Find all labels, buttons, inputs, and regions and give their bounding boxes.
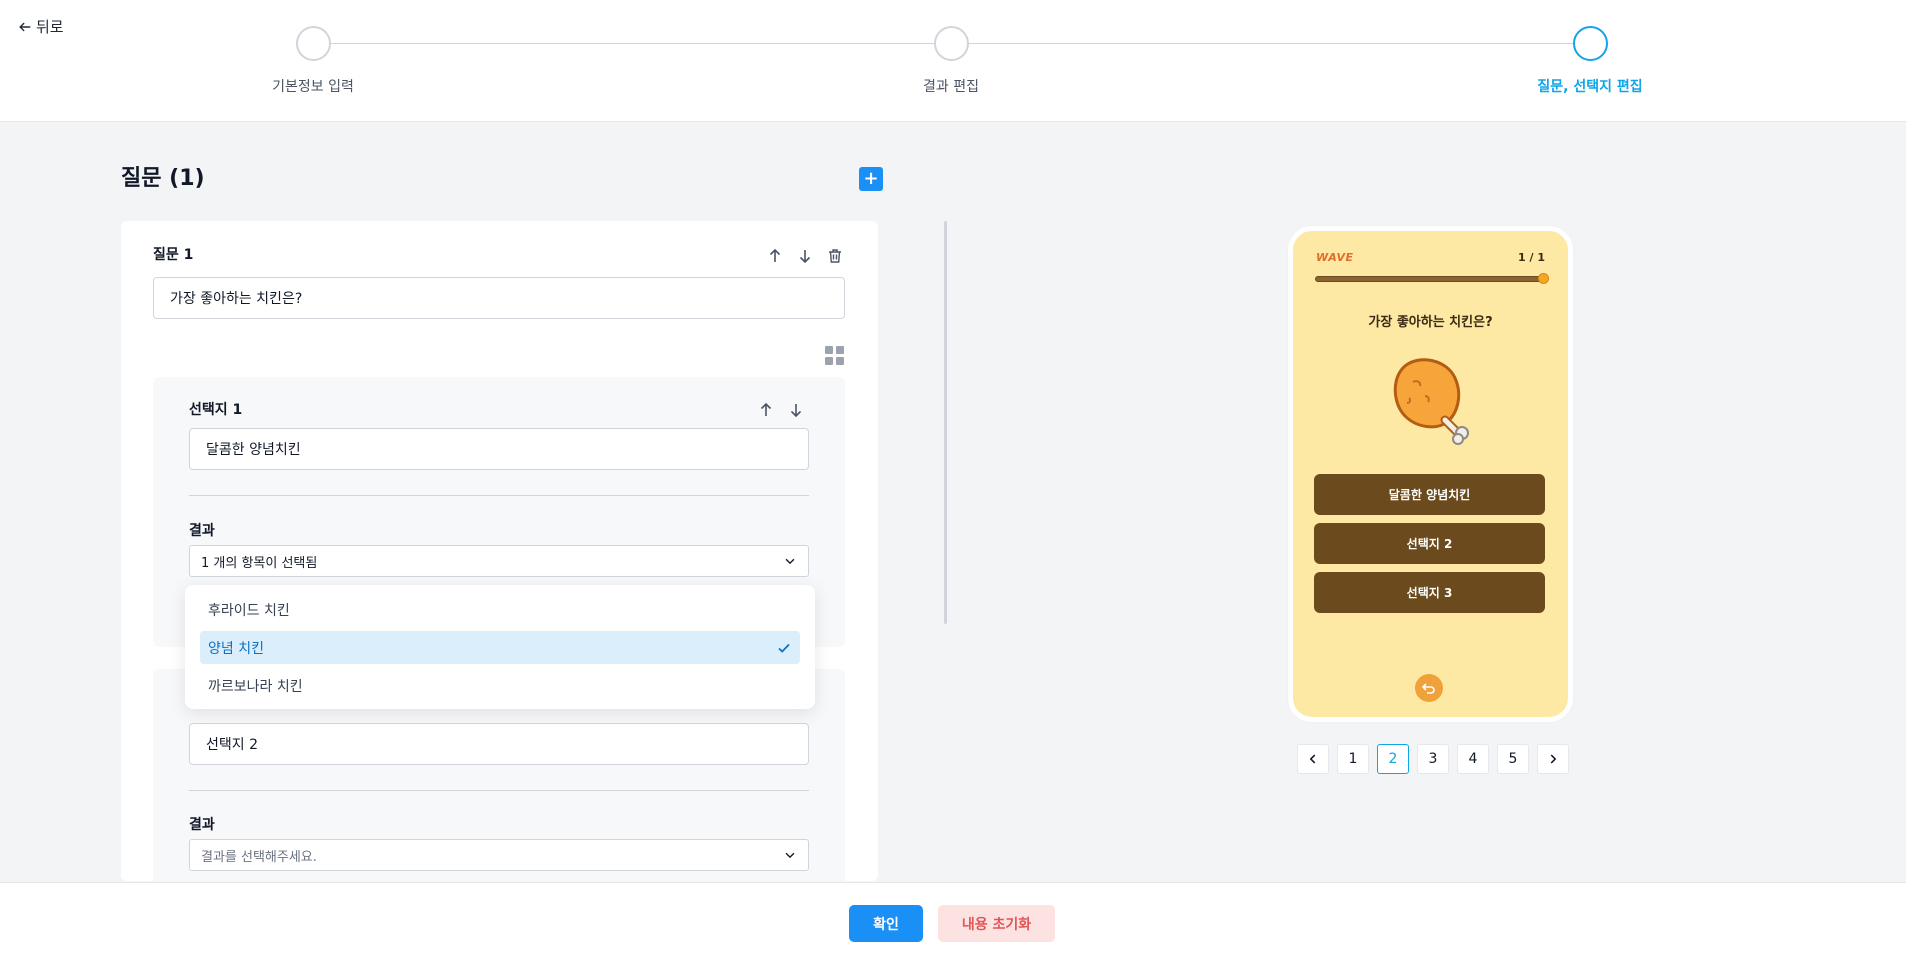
footer-bar: 확인 내용 초기화	[0, 882, 1906, 958]
reset-button[interactable]: 내용 초기화	[938, 905, 1055, 942]
result-label: 결과	[189, 523, 215, 539]
step-label: 기본정보 입력	[272, 79, 354, 95]
delete-button[interactable]	[826, 247, 844, 265]
chevron-right-icon	[1550, 754, 1557, 764]
arrow-left-icon	[19, 22, 31, 31]
wave-logo: WAVE	[1316, 251, 1354, 264]
dropdown-option-label: 까르보나라 치킨	[208, 678, 303, 695]
progress-knob	[1538, 273, 1549, 284]
step-question-edit[interactable]: 질문, 선택지 편집	[1490, 26, 1690, 96]
page-button-current[interactable]: 2	[1377, 744, 1409, 774]
arrow-up-icon	[769, 248, 781, 262]
choice-input[interactable]: 달콤한 양념치킨	[189, 428, 809, 470]
choice-move-down-button[interactable]	[787, 401, 805, 419]
dropdown-option-label: 양념 치킨	[208, 640, 264, 657]
step-label: 결과 편집	[923, 79, 979, 95]
page-button[interactable]: 4	[1457, 744, 1489, 774]
top-header: 뒤로 기본정보 입력 결과 편집 질문, 선택지 편집	[0, 0, 1906, 122]
mobile-preview: WAVE 1 / 1 가장 좋아하는 치킨은? 달콤한 양념치킨 선택지 2 선…	[1288, 226, 1573, 722]
result-label: 결과	[189, 817, 215, 833]
result-dropdown-menu: 후라이드 치킨 양념 치킨 까르보나라 치킨	[185, 585, 815, 709]
arrow-down-icon	[799, 250, 811, 264]
preview-back-button[interactable]	[1415, 674, 1443, 702]
result-select[interactable]: 결과를 선택해주세요.	[189, 839, 809, 871]
confirm-button[interactable]: 확인	[849, 905, 923, 942]
fried-chicken-icon	[1393, 358, 1469, 445]
choice-move-up-button[interactable]	[757, 401, 775, 419]
result-select[interactable]: 1 개의 항목이 선택됨	[189, 545, 809, 577]
check-icon	[778, 643, 790, 653]
preview-question: 가장 좋아하는 치킨은?	[1368, 315, 1493, 330]
step-dot	[295, 26, 331, 61]
chevron-down-icon	[785, 852, 795, 859]
question-label: 질문 1	[153, 247, 194, 263]
divider-scrollbar[interactable]	[944, 221, 947, 624]
dropdown-option[interactable]: 후라이드 치킨	[200, 593, 800, 626]
result-select-value: 1 개의 항목이 선택됨	[201, 555, 318, 571]
preview-pagination: 1 2 3 4 5	[1297, 744, 1569, 774]
dropdown-option[interactable]: 까르보나라 치킨	[200, 669, 800, 702]
page-button[interactable]: 1	[1337, 744, 1369, 774]
questions-title: 질문 (1)	[121, 166, 205, 191]
dropdown-option-label: 후라이드 치킨	[208, 602, 290, 619]
question-editor-panel: 질문 1 가장 좋아하는 치킨은? 선택지 1 달콤한 양념치킨 결과 1 개의…	[121, 221, 878, 881]
step-result-edit[interactable]: 결과 편집	[851, 26, 1051, 96]
choice-input[interactable]: 선택지 2	[189, 723, 809, 765]
choice-label: 선택지 1	[189, 402, 243, 418]
undo-icon	[1421, 683, 1435, 694]
preview-choice-button[interactable]: 달콤한 양념치킨	[1314, 474, 1545, 515]
back-label: 뒤로	[36, 18, 64, 36]
step-dot	[933, 26, 969, 61]
add-question-button[interactable]: +	[859, 167, 883, 191]
move-down-button[interactable]	[796, 247, 814, 265]
step-label: 질문, 선택지 편집	[1537, 79, 1643, 95]
choice-divider	[189, 495, 809, 496]
choice-divider	[189, 790, 809, 791]
step-dot	[1572, 26, 1608, 61]
dropdown-option[interactable]: 양념 치킨	[200, 631, 800, 664]
chevron-down-icon	[785, 558, 795, 565]
question-counter: 1 / 1	[1518, 251, 1545, 264]
back-button[interactable]: 뒤로	[18, 16, 64, 37]
step-basic-info[interactable]: 기본정보 입력	[213, 26, 413, 96]
progress-bar	[1315, 273, 1549, 284]
grid-view-icon[interactable]	[825, 346, 844, 365]
arrow-up-icon	[760, 402, 772, 416]
page-button[interactable]: 3	[1417, 744, 1449, 774]
arrow-down-icon	[790, 404, 802, 418]
next-page-button[interactable]	[1537, 744, 1569, 774]
preview-choice-button[interactable]: 선택지 2	[1314, 523, 1545, 564]
preview-choice-button[interactable]: 선택지 3	[1314, 572, 1545, 613]
result-select-placeholder: 결과를 선택해주세요.	[201, 849, 317, 865]
trash-icon	[829, 249, 841, 263]
move-up-button[interactable]	[766, 247, 784, 265]
page-button[interactable]: 5	[1497, 744, 1529, 774]
prev-page-button[interactable]	[1297, 744, 1329, 774]
question-input[interactable]: 가장 좋아하는 치킨은?	[153, 277, 845, 319]
chevron-left-icon	[1309, 754, 1316, 764]
